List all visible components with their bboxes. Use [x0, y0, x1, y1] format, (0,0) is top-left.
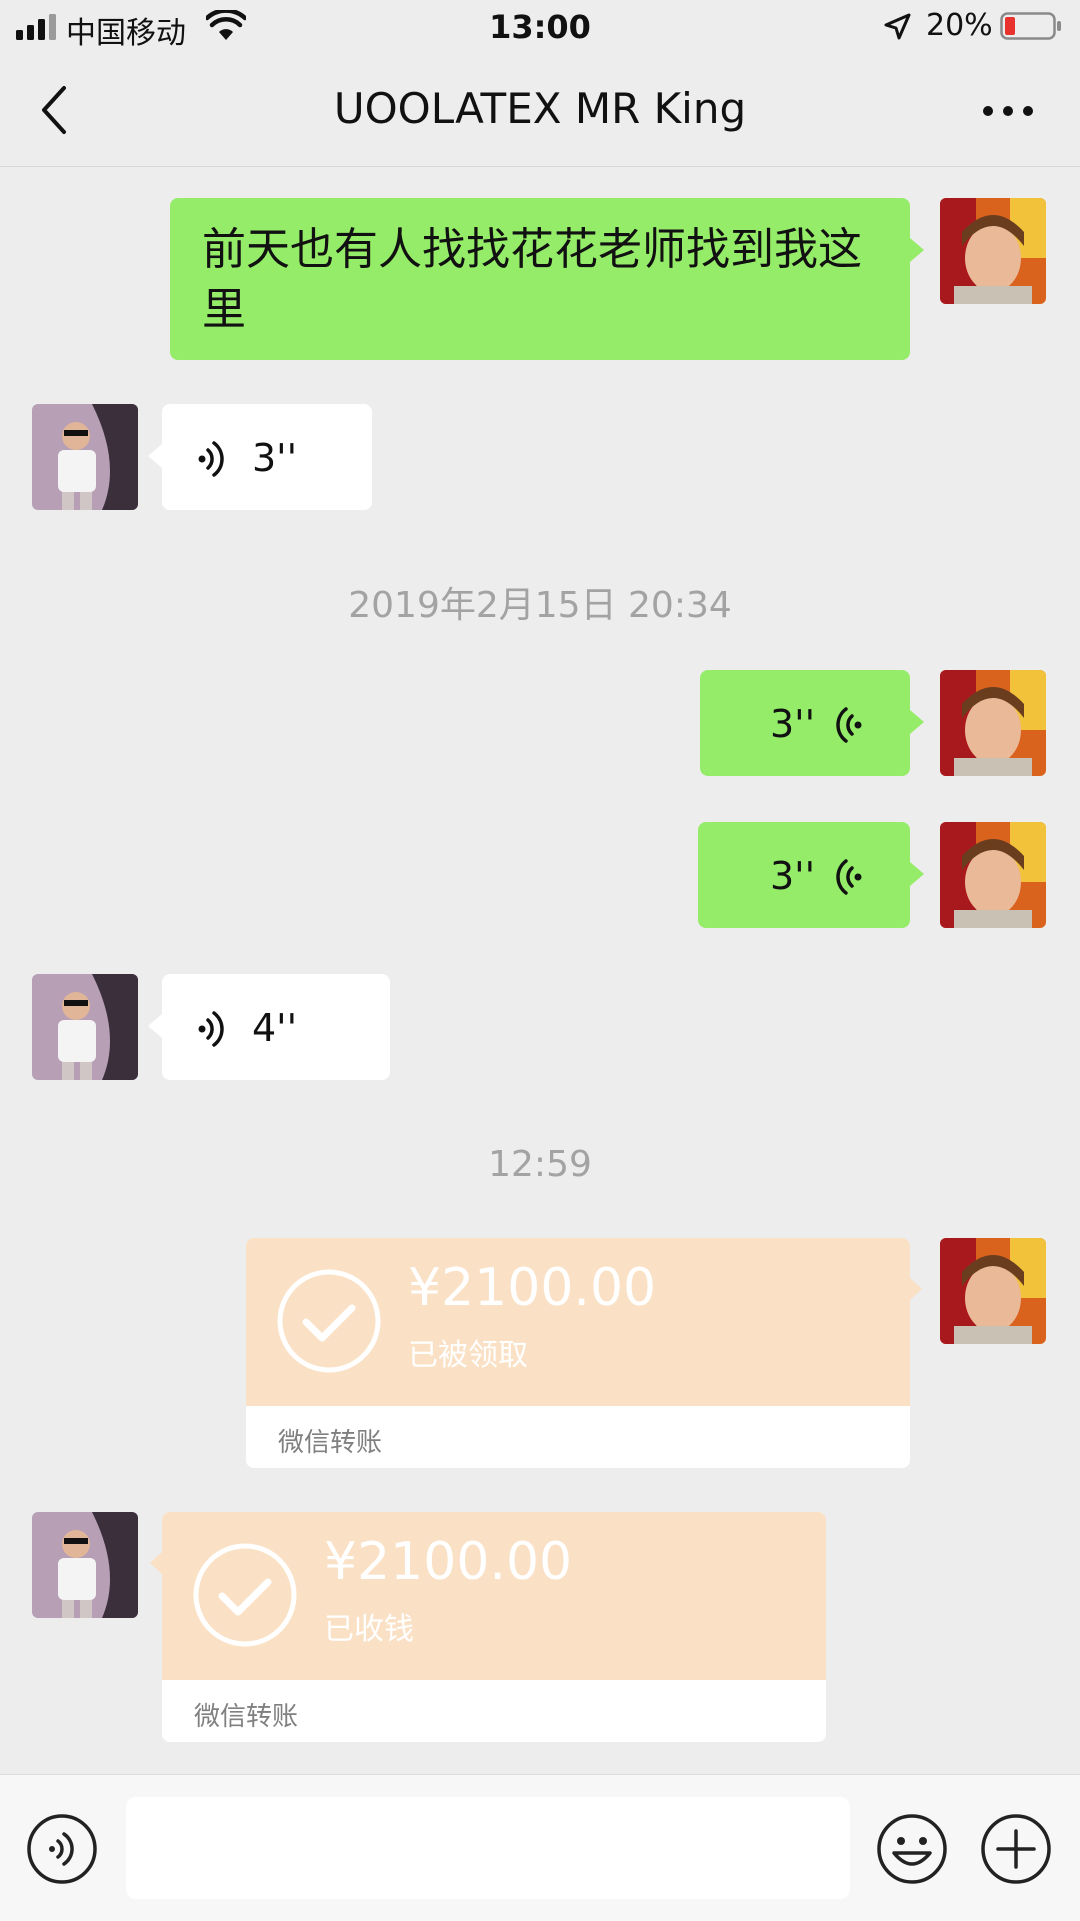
voice-duration: 3'' [252, 436, 298, 480]
status-bar: 中国移动 13:00 20% [0, 0, 1080, 56]
transfer-card[interactable]: ¥2100.00 已收钱 微信转账 [150, 1512, 826, 1742]
voice-icon[interactable] [26, 1813, 98, 1885]
transfer-amount: ¥2100.00 [324, 1532, 573, 1592]
more-icon[interactable] [980, 96, 1036, 126]
battery-percent: 20% [926, 8, 993, 43]
transfer-amount: ¥2100.00 [408, 1258, 657, 1318]
clock: 13:00 [489, 8, 591, 46]
voice-duration: 4'' [252, 1006, 298, 1050]
voice-duration: 3'' [770, 854, 816, 898]
emoji-icon[interactable] [876, 1813, 948, 1885]
received-voice-bubble[interactable]: 3'' [148, 404, 372, 510]
voice-wave-icon [198, 1011, 224, 1047]
voice-wave-icon [836, 859, 862, 895]
avatar-self[interactable] [940, 1238, 1046, 1344]
transfer-status: 已被领取 [408, 1338, 528, 1373]
avatar-contact[interactable] [32, 404, 138, 510]
voice-wave-icon [836, 707, 862, 743]
message-input[interactable] [126, 1797, 850, 1899]
transfer-label: 微信转账 [278, 1428, 383, 1458]
battery-icon [1000, 12, 1061, 40]
received-voice-bubble[interactable]: 4'' [148, 974, 390, 1080]
chat-header: UOOLATEX MR King [0, 56, 1080, 167]
input-bar [0, 1774, 1080, 1921]
avatar-self[interactable] [940, 198, 1046, 304]
transfer-status: 已收钱 [324, 1612, 414, 1647]
sent-voice-bubble[interactable]: 3'' [698, 822, 924, 928]
voice-wave-icon [198, 441, 224, 477]
transfer-card[interactable]: ¥2100.00 已被领取 微信转账 [246, 1238, 922, 1468]
timestamp: 2019年2月15日 20:34 [348, 585, 732, 626]
timestamp: 12:59 [488, 1144, 592, 1185]
chat-title: UOOLATEX MR King [333, 84, 747, 133]
voice-duration: 3'' [770, 702, 816, 746]
sent-voice-bubble[interactable]: 3'' [700, 670, 924, 776]
check-circle-icon [277, 1269, 381, 1373]
avatar-self[interactable] [940, 822, 1046, 928]
transfer-label: 微信转账 [194, 1702, 299, 1732]
avatar-contact[interactable] [32, 974, 138, 1080]
message-text: 前天也有人找找花花老师找到我这里 [202, 224, 862, 335]
sent-text-bubble[interactable]: 前天也有人找找花花老师找到我这里 [170, 198, 924, 360]
check-circle-icon [193, 1543, 297, 1647]
plus-icon[interactable] [980, 1813, 1052, 1885]
avatar-contact[interactable] [32, 1512, 138, 1618]
avatar-self[interactable] [940, 670, 1046, 776]
location-icon [884, 13, 911, 40]
